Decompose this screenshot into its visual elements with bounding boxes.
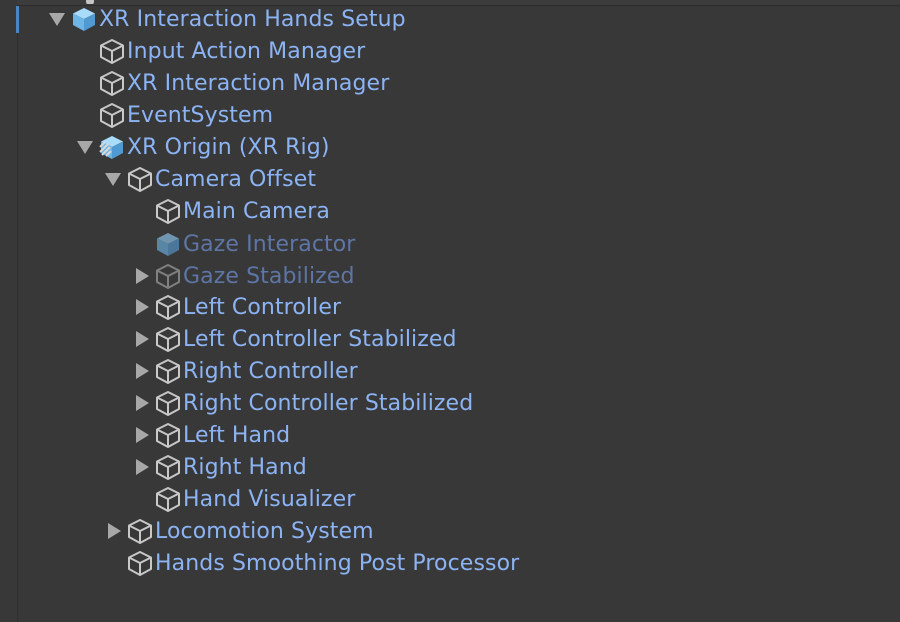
tree-item-xr-interaction-manager[interactable]: XR Interaction Manager bbox=[98, 67, 389, 99]
tree-item-label: Camera Offset bbox=[155, 166, 317, 192]
gameobject-cube-icon bbox=[126, 549, 154, 577]
tree-item-label: Gaze Stabilized bbox=[183, 263, 355, 289]
tree-item-label: XR Origin (XR Rig) bbox=[127, 134, 330, 160]
gameobject-cube-icon bbox=[98, 101, 126, 129]
gameobject-cube-icon bbox=[126, 165, 154, 193]
gameobject-cube-icon bbox=[154, 453, 182, 481]
gameobject-cube-icon bbox=[154, 293, 182, 321]
tree-item-label: Gaze Interactor bbox=[183, 231, 356, 257]
collapse-arrow-icon[interactable] bbox=[126, 260, 154, 292]
gameobject-cube-icon bbox=[154, 325, 182, 353]
tree-item-left-controller-stabilized[interactable]: Left Controller Stabilized bbox=[126, 323, 457, 355]
tree-item-locomotion-system[interactable]: Locomotion System bbox=[98, 515, 374, 547]
gameobject-cube-icon bbox=[154, 262, 182, 290]
tree-item-label: Locomotion System bbox=[155, 518, 374, 544]
tree-item-left-controller[interactable]: Left Controller bbox=[126, 291, 341, 323]
tree-item-gaze-interactor[interactable]: Gaze Interactor bbox=[154, 228, 355, 260]
tree-item-label: Right Controller bbox=[183, 358, 358, 384]
tree-item-camera-offset[interactable]: Camera Offset bbox=[98, 163, 316, 195]
tree-item-label: Right Hand bbox=[183, 454, 307, 480]
collapse-arrow-icon[interactable] bbox=[126, 451, 154, 483]
gameobject-cube-icon bbox=[154, 421, 182, 449]
gameobject-cube-icon bbox=[126, 517, 154, 545]
tree-item-gaze-stabilized[interactable]: Gaze Stabilized bbox=[126, 260, 355, 292]
prefab-cube-icon bbox=[154, 230, 182, 258]
tree-item-right-controller[interactable]: Right Controller bbox=[126, 355, 358, 387]
tree-item-input-action-manager[interactable]: Input Action Manager bbox=[98, 35, 365, 67]
expand-arrow-icon[interactable] bbox=[70, 131, 98, 163]
tree-item-xr-origin[interactable]: XR Origin (XR Rig) bbox=[70, 131, 330, 163]
prefab-cube-icon bbox=[70, 5, 98, 33]
tree-item-label: XR Interaction Hands Setup bbox=[99, 6, 406, 32]
tree-item-xr-interaction-hands-setup[interactable]: XR Interaction Hands Setup bbox=[42, 3, 406, 35]
hierarchy-gutter bbox=[0, 0, 18, 622]
tree-item-hands-smoothing-post-processor[interactable]: Hands Smoothing Post Processor bbox=[126, 547, 519, 579]
tree-item-label: Hands Smoothing Post Processor bbox=[155, 550, 520, 576]
tree-item-label: Left Hand bbox=[183, 422, 291, 448]
tree-item-label: Left Controller Stabilized bbox=[183, 326, 457, 352]
collapse-arrow-icon[interactable] bbox=[126, 355, 154, 387]
prefab-variant-icon bbox=[98, 133, 126, 161]
tree-item-label: EventSystem bbox=[127, 102, 274, 128]
gameobject-cube-icon bbox=[98, 69, 126, 97]
collapse-arrow-icon[interactable] bbox=[98, 515, 126, 547]
gameobject-cube-icon bbox=[154, 389, 182, 417]
collapse-arrow-icon[interactable] bbox=[126, 323, 154, 355]
tree-item-label: Right Controller Stabilized bbox=[183, 390, 474, 416]
expand-arrow-icon[interactable] bbox=[98, 163, 126, 195]
tree-item-hand-visualizer[interactable]: Hand Visualizer bbox=[154, 483, 355, 515]
gameobject-cube-icon bbox=[154, 357, 182, 385]
expand-arrow-icon[interactable] bbox=[42, 3, 70, 35]
tree-item-label: Main Camera bbox=[183, 198, 330, 224]
tree-item-label: XR Interaction Manager bbox=[127, 70, 390, 96]
collapse-arrow-icon[interactable] bbox=[126, 387, 154, 419]
gameobject-cube-icon bbox=[154, 485, 182, 513]
tree-item-main-camera[interactable]: Main Camera bbox=[154, 195, 330, 227]
tree-item-right-controller-stabilized[interactable]: Right Controller Stabilized bbox=[126, 387, 473, 419]
tree-item-label: Input Action Manager bbox=[127, 38, 366, 64]
tree-item-label: Hand Visualizer bbox=[183, 486, 356, 512]
collapse-arrow-icon[interactable] bbox=[126, 419, 154, 451]
tree-item-right-hand[interactable]: Right Hand bbox=[126, 451, 307, 483]
gameobject-cube-icon bbox=[98, 37, 126, 65]
gameobject-cube-icon bbox=[154, 197, 182, 225]
tree-item-label: Left Controller bbox=[183, 294, 342, 320]
tree-item-eventsystem[interactable]: EventSystem bbox=[98, 99, 273, 131]
collapse-arrow-icon[interactable] bbox=[126, 291, 154, 323]
hierarchy-panel: XR Interaction Hands Setup Input Action … bbox=[0, 0, 900, 622]
tree-item-left-hand[interactable]: Left Hand bbox=[126, 419, 290, 451]
scene-marker bbox=[16, 6, 19, 33]
